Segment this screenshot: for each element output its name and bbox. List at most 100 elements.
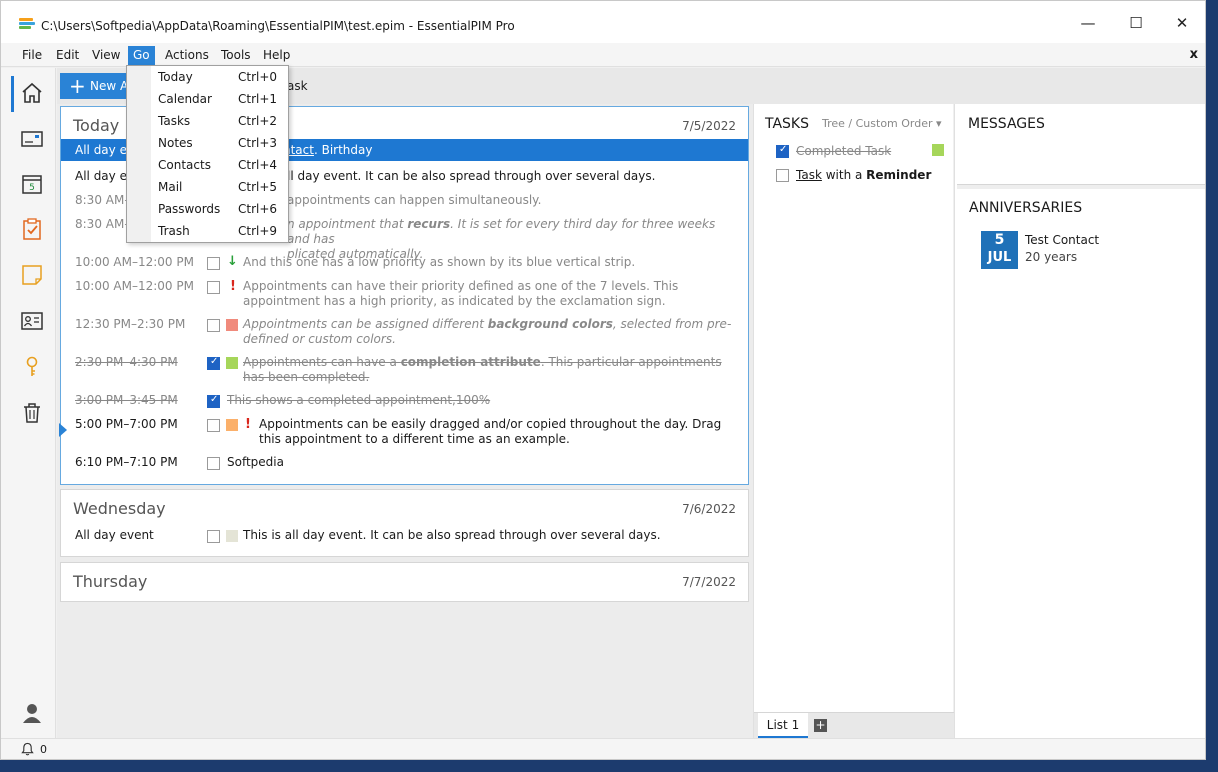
color-swatch: [226, 419, 238, 431]
user-icon[interactable]: [19, 700, 45, 726]
high-priority-icon: !: [230, 279, 236, 294]
menu-item-label: Tasks: [158, 114, 191, 128]
appointment-time: 6:10 PM–7:10 PM: [75, 455, 178, 469]
go-menu-item-passwords[interactable]: Passwords Ctrl+6: [127, 198, 288, 220]
plus-icon: +: [69, 74, 86, 98]
new-task-button[interactable]: ask: [287, 79, 308, 93]
go-menu-item-calendar[interactable]: Calendar Ctrl+1: [127, 88, 288, 110]
window-title: C:\Users\Softpedia\AppData\Roaming\Essen…: [41, 19, 515, 33]
menu-item-shortcut: Ctrl+5: [238, 180, 278, 194]
app-window: C:\Users\Softpedia\AppData\Roaming\Essen…: [0, 0, 1206, 760]
menu-file[interactable]: File: [17, 46, 47, 65]
completion-checkbox[interactable]: [207, 394, 220, 408]
tab-list-1[interactable]: List 1: [758, 713, 808, 738]
appointment-time: All day e: [75, 143, 127, 157]
calendar-icon[interactable]: 5: [19, 171, 45, 197]
high-priority-icon: !: [245, 417, 251, 432]
color-swatch: [226, 530, 238, 542]
go-menu-item-trash[interactable]: Trash Ctrl+9: [127, 220, 288, 242]
menu-edit[interactable]: Edit: [51, 46, 84, 65]
go-menu-item-contacts[interactable]: Contacts Ctrl+4: [127, 154, 288, 176]
go-menu-dropdown: Today Ctrl+0 Calendar Ctrl+1 Tasks Ctrl+2 N…: [126, 65, 289, 243]
menu-item-shortcut: Ctrl+1: [238, 92, 278, 106]
day-card-wednesday: Wednesday 7/6/2022 All day event This is…: [60, 489, 749, 557]
add-list-button[interactable]: +: [814, 719, 827, 732]
close-button[interactable]: ✕: [1159, 9, 1205, 37]
day-date: 7/7/2022: [682, 575, 736, 589]
menu-item-label: Trash: [158, 224, 190, 238]
task-order-dropdown[interactable]: Tree / Custom Order ▾: [822, 117, 942, 130]
menu-tools[interactable]: Tools: [216, 46, 256, 65]
module-sidebar: 5: [1, 68, 56, 738]
day-date: 7/5/2022: [682, 119, 736, 133]
anniversary-date-badge: 5 JUL: [981, 231, 1018, 269]
menu-item-label: Mail: [158, 180, 183, 194]
anniversary-month: JUL: [987, 250, 1012, 265]
appointment-desc-suffix: . Birthday: [313, 143, 373, 157]
desc-bold: recurs: [407, 217, 451, 231]
notes-icon[interactable]: [19, 262, 45, 288]
menu-item-label: Calendar: [158, 92, 212, 106]
tasks-panel: TASKS Tree / Custom Order ▾ Completed Ta…: [753, 104, 954, 738]
menu-item-label: Passwords: [158, 202, 221, 216]
day-title: Thursday: [73, 572, 148, 591]
completion-checkbox[interactable]: [207, 257, 220, 270]
completion-checkbox[interactable]: [207, 319, 220, 332]
desc-bold: background colors: [487, 317, 613, 331]
passwords-icon[interactable]: [19, 354, 45, 380]
day-title: Wednesday: [73, 499, 166, 518]
appointment-time: 12:30 PM–2:30 PM: [75, 317, 186, 331]
menu-help[interactable]: Help: [258, 46, 295, 65]
contacts-icon[interactable]: [19, 308, 45, 334]
go-menu-item-mail[interactable]: Mail Ctrl+5: [127, 176, 288, 198]
trash-icon[interactable]: [19, 400, 45, 426]
menu-item-shortcut: Ctrl+2: [238, 114, 278, 128]
menu-item-label: Notes: [158, 136, 193, 150]
task-label-part: with a: [821, 168, 867, 182]
appointment-desc: appointments can happen simultaneously.: [287, 193, 542, 207]
appointment-time: 8:30 AM–: [75, 193, 131, 207]
menu-item-shortcut: Ctrl+4: [238, 158, 278, 172]
menu-go[interactable]: Go: [128, 46, 155, 65]
go-menu-item-tasks[interactable]: Tasks Ctrl+2: [127, 110, 288, 132]
completion-checkbox[interactable]: [207, 530, 220, 543]
menu-actions[interactable]: Actions: [160, 46, 214, 65]
desc-part: Appointments can have a: [243, 355, 401, 369]
completion-checkbox[interactable]: [207, 457, 220, 470]
appointment-time: 10:00 AM–12:00 PM: [75, 279, 194, 293]
desc-bold: completion attribute: [400, 355, 541, 369]
color-swatch: [226, 319, 238, 331]
completion-checkbox[interactable]: [207, 281, 220, 294]
panel-divider[interactable]: [957, 184, 1205, 189]
reminder-count: 0: [40, 743, 47, 756]
appointment-desc: Softpedia: [227, 455, 284, 469]
appointment-desc: This shows a completed appointment,100%: [227, 393, 491, 407]
selected-indicator: [11, 76, 14, 112]
appointment-desc: Appointments can have a completion attri…: [243, 355, 740, 385]
menu-view[interactable]: View: [87, 46, 125, 65]
minimize-button[interactable]: —: [1065, 9, 1111, 37]
appointment-time: 3:00 PM–3:45 PM: [75, 393, 178, 407]
home-icon[interactable]: [19, 80, 45, 106]
task-color-swatch: [932, 144, 944, 156]
task-label-part: Task: [796, 168, 822, 182]
chevron-down-icon: ▾: [936, 117, 942, 130]
close-document-button[interactable]: x: [1190, 47, 1198, 62]
tasks-icon[interactable]: [19, 216, 45, 242]
task-checkbox[interactable]: [776, 144, 789, 158]
mail-icon[interactable]: [19, 126, 45, 152]
maximize-button[interactable]: ☐: [1113, 9, 1159, 37]
day-date: 7/6/2022: [682, 502, 736, 516]
go-menu-item-notes[interactable]: Notes Ctrl+3: [127, 132, 288, 154]
bell-icon[interactable]: [21, 742, 34, 759]
anniversary-contact-name[interactable]: Test Contact: [1025, 233, 1099, 247]
color-swatch: [226, 357, 238, 369]
completion-checkbox[interactable]: [207, 356, 220, 370]
anniversary-years: 20 years: [1025, 250, 1078, 264]
menu-item-shortcut: Ctrl+3: [238, 136, 278, 150]
go-menu-item-today[interactable]: Today Ctrl+0: [127, 66, 288, 88]
appointment-desc: Appointments can be assigned different b…: [243, 317, 740, 347]
appointment-time: 10:00 AM–12:00 PM: [75, 255, 194, 269]
completion-checkbox[interactable]: [207, 419, 220, 432]
task-checkbox[interactable]: [776, 169, 789, 182]
